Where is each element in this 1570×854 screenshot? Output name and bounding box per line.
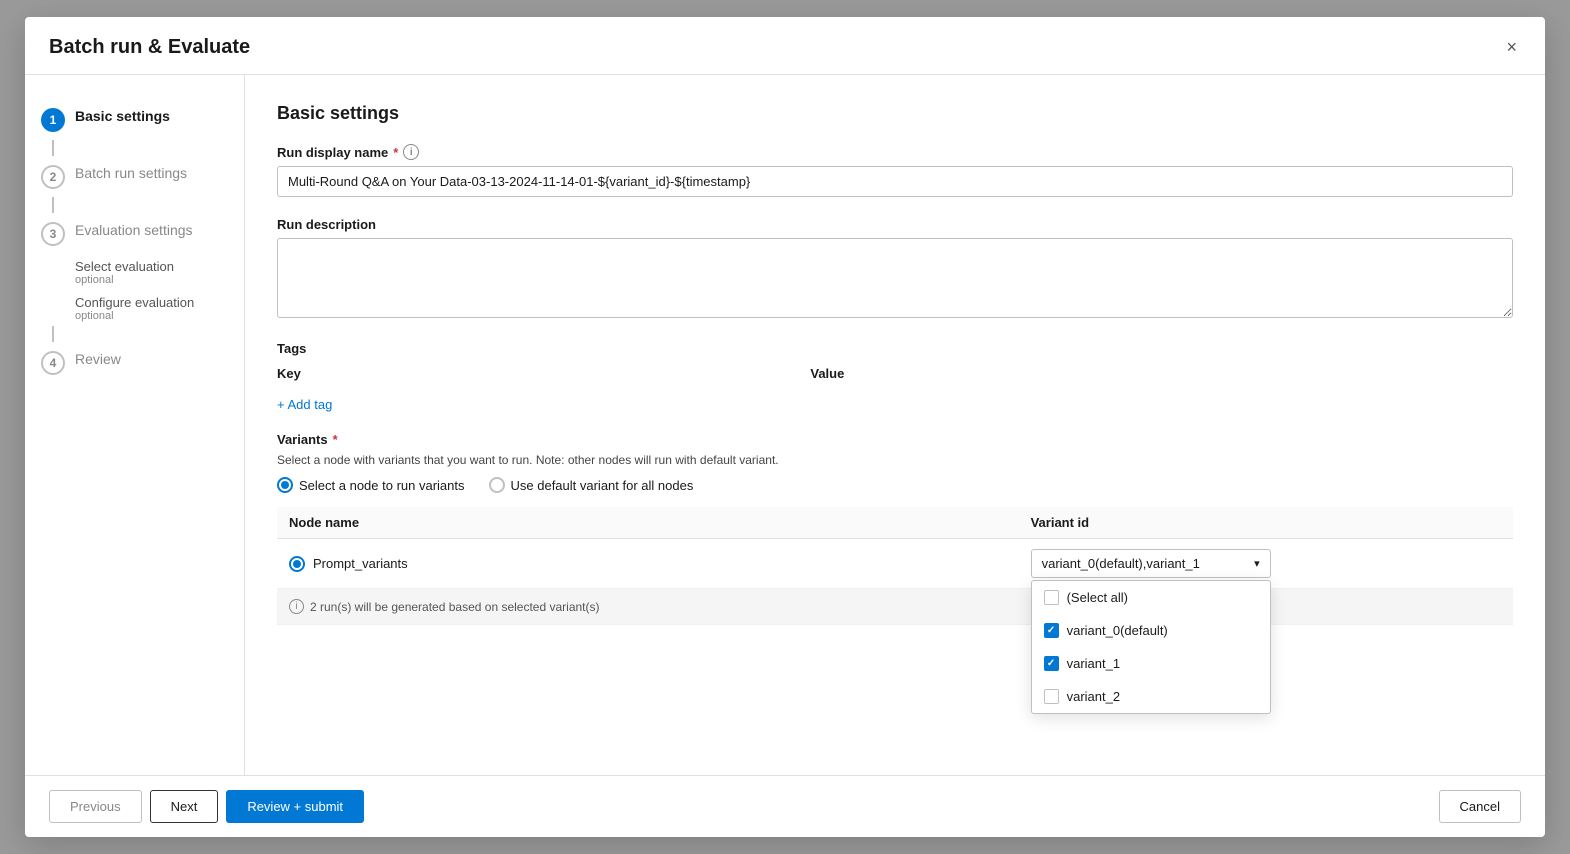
close-button[interactable]: × [1502,33,1521,62]
main-content: Basic settings Run display name * i Run … [245,75,1545,775]
modal-title: Batch run & Evaluate [49,36,250,59]
table-row: Prompt_variants variant_0(default),varia… [277,539,1513,589]
sub-step-label-configure: Configure evaluation [75,295,194,310]
row-radio-circle[interactable] [289,556,305,572]
radio-circle-use-default [489,477,505,493]
radio-group: Select a node to run variants Use defaul… [277,477,1513,493]
info-row: i 2 run(s) will be generated based on se… [277,589,1513,625]
sidebar-item-batch-run-settings[interactable]: 2 Batch run settings [25,156,244,197]
tags-section: Tags Key Value + Add tag [277,341,1513,412]
dropdown-item-variant-2[interactable]: variant_2 [1032,680,1270,713]
dropdown-item-label-variant-0: variant_0(default) [1067,623,1168,638]
step-label-basic-settings: Basic settings [75,107,170,127]
run-description-input[interactable] [277,238,1513,318]
step-label-batch-run-settings: Batch run settings [75,164,187,184]
sub-step-optional-configure: optional [75,310,228,322]
variants-section: Variants * Select a node with variants t… [277,432,1513,625]
sidebar-item-basic-settings[interactable]: 1 Basic settings [25,99,244,140]
checkbox-select-all [1044,590,1059,605]
variants-table: Node name Variant id Prompt_variants [277,507,1513,625]
sidebar: 1 Basic settings 2 Batch run settings 3 … [25,75,245,775]
dropdown-selected-display: variant_0(default),variant_1 [1042,556,1200,571]
step-number-3: 3 [41,222,65,246]
modal-overlay: Batch run & Evaluate × 1 Basic settings … [0,0,1570,854]
review-submit-button[interactable]: Review + submit [226,790,364,823]
checkbox-variant-0 [1044,623,1059,638]
variants-required-star: * [333,432,338,447]
previous-button[interactable]: Previous [49,790,142,823]
sidebar-item-review[interactable]: 4 Review [25,342,244,383]
info-circle-icon: i [289,599,304,614]
radio-select-node[interactable]: Select a node to run variants [277,477,465,493]
sub-step-label-select: Select evaluation [75,259,174,274]
dropdown-item-label-variant-2: variant_2 [1067,689,1120,704]
cancel-button[interactable]: Cancel [1439,790,1521,823]
step-label-evaluation-settings: Evaluation settings [75,221,193,241]
dropdown-item-label-variant-1: variant_1 [1067,656,1120,671]
run-description-group: Run description [277,217,1513,321]
variant-id-header: Variant id [1019,507,1513,539]
next-button[interactable]: Next [150,790,219,823]
node-name-header: Node name [277,507,1019,539]
step-number-4: 4 [41,351,65,375]
tags-table: Key Value [277,362,1513,389]
step-label-review: Review [75,350,121,370]
variant-id-dropdown-menu: (Select all) variant_0(default) [1031,580,1271,714]
run-display-name-input[interactable] [277,166,1513,197]
variant-id-dropdown-trigger[interactable]: variant_0(default),variant_1 ▾ [1031,549,1271,578]
sidebar-item-evaluation-settings[interactable]: 3 Evaluation settings [25,213,244,254]
tags-label: Tags [277,341,1513,356]
sub-step-optional-select: optional [75,274,228,286]
step-number-1: 1 [41,108,65,132]
tags-value-header: Value [810,362,1513,389]
node-name-cell: Prompt_variants [313,556,408,571]
required-star: * [393,145,398,160]
radio-label-use-default: Use default variant for all nodes [511,478,694,493]
modal-footer: Previous Next Review + submit Cancel [25,775,1545,837]
add-tag-button[interactable]: + Add tag [277,397,332,412]
checkbox-variant-1 [1044,656,1059,671]
step-connector-2 [52,197,54,213]
sub-step-configure-evaluation[interactable]: Configure evaluation optional [25,290,244,326]
checkbox-variant-2 [1044,689,1059,704]
variant-id-dropdown-container: variant_0(default),variant_1 ▾ (Select a… [1031,549,1271,578]
run-display-name-group: Run display name * i [277,144,1513,197]
info-row-text: 2 run(s) will be generated based on sele… [310,600,600,614]
dropdown-item-select-all[interactable]: (Select all) [1032,581,1270,614]
modal-header: Batch run & Evaluate × [25,17,1545,75]
sub-step-select-evaluation[interactable]: Select evaluation optional [25,254,244,290]
dropdown-item-variant-1[interactable]: variant_1 [1032,647,1270,680]
modal: Batch run & Evaluate × 1 Basic settings … [25,17,1545,837]
dropdown-item-variant-0[interactable]: variant_0(default) [1032,614,1270,647]
modal-body: 1 Basic settings 2 Batch run settings 3 … [25,75,1545,775]
page-title: Basic settings [277,103,1513,124]
step-connector-1 [52,140,54,156]
step-number-2: 2 [41,165,65,189]
radio-label-select-node: Select a node to run variants [299,478,465,493]
tags-key-header: Key [277,362,810,389]
chevron-down-icon: ▾ [1254,557,1260,570]
run-display-name-label: Run display name * i [277,144,1513,160]
radio-circle-select-node [277,477,293,493]
radio-use-default[interactable]: Use default variant for all nodes [489,477,694,493]
run-display-name-info-icon[interactable]: i [403,144,419,160]
dropdown-item-label-select-all: (Select all) [1067,590,1128,605]
variants-label: Variants * [277,432,1513,447]
variants-description: Select a node with variants that you wan… [277,453,1513,467]
step-connector-3 [52,326,54,342]
run-description-label: Run description [277,217,1513,232]
